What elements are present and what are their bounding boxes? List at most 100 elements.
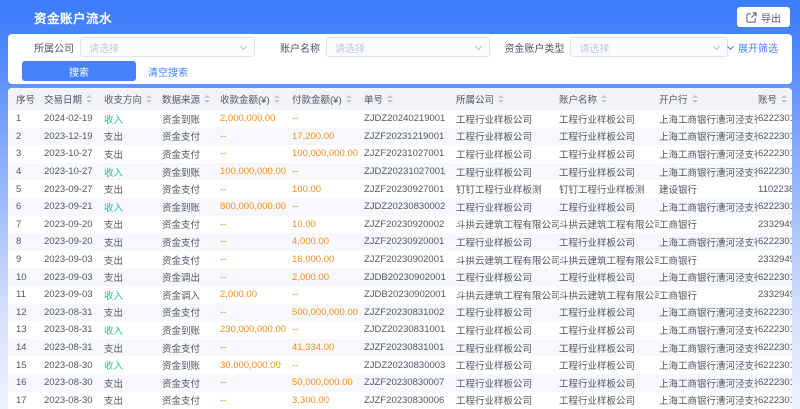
column-header-label: 收款金额(¥) [220, 92, 270, 106]
sort-icon[interactable] [692, 95, 698, 103]
column-header-label: 收支方向 [104, 92, 142, 106]
column-header[interactable]: 收支方向 [104, 88, 162, 110]
cell-order_no: ZJDZ20230831001 [364, 321, 456, 339]
cell-order_no: ZJZF20230920002 [364, 216, 456, 234]
export-button[interactable]: 导出 [737, 7, 790, 27]
column-header[interactable]: 账户名称 [559, 88, 659, 110]
cell-payment: 100.00 [292, 180, 364, 198]
cell-income: 2,000,000.00 [220, 110, 292, 128]
cell-payment: -- [292, 110, 364, 128]
sort-icon[interactable] [274, 95, 280, 103]
cell-date: 2023-10-27 [44, 163, 104, 181]
cell-order_no: ZJDZ20240219001 [364, 110, 456, 128]
cell-account_name: 工程行业样板公司 [559, 392, 659, 409]
cell-direction: 支出 [104, 233, 162, 251]
cell-source: 资金到账 [162, 163, 220, 181]
cell-account_name: 工程行业样板公司 [559, 356, 659, 374]
expand-filter-link[interactable]: 展开筛选 [728, 40, 778, 55]
column-header-label: 序号 [16, 92, 35, 106]
column-header[interactable]: 所属公司 [456, 88, 559, 110]
table-row: 172023-08-30支出资金支付--3,300.00ZJZF20230830… [8, 392, 792, 409]
cell-company: 斗拱云建筑工程有限公司 [456, 251, 559, 269]
cell-date: 2023-10-27 [44, 145, 104, 163]
clear-search-button[interactable]: 清空搜索 [148, 64, 188, 79]
cell-company: 钉钉工程行业样板测 [456, 180, 559, 198]
cell-payment: 41,334.00 [292, 339, 364, 357]
column-header-label: 开户行 [659, 92, 688, 106]
cell-income: 100,000,000.00 [220, 163, 292, 181]
cell-source: 资金支付 [162, 180, 220, 198]
cell-account_no: 622230111 [758, 128, 792, 146]
column-header: 序号 [8, 88, 44, 110]
column-header[interactable]: 付款金额(¥) [292, 88, 364, 110]
cell-direction: 支出 [104, 216, 162, 234]
cell-index: 12 [8, 304, 44, 322]
cell-company: 工程行业样板公司 [456, 163, 559, 181]
cell-income: -- [220, 251, 292, 269]
cell-index: 6 [8, 198, 44, 216]
filter-panel: 所属公司 请选择 账户名称 请选择 资金账户类型 请选择 展开筛选 搜索 清空搜… [8, 34, 792, 84]
sort-icon[interactable] [498, 95, 504, 103]
cell-source: 资金支付 [162, 233, 220, 251]
export-label: 导出 [761, 10, 781, 25]
cell-company: 工程行业样板公司 [456, 145, 559, 163]
cell-date: 2023-08-30 [44, 374, 104, 392]
cell-source: 资金支付 [162, 304, 220, 322]
account-select-placeholder: 请选择 [335, 40, 365, 55]
cell-company: 斗拱云建筑工程有限公司 [456, 216, 559, 234]
cell-income: -- [220, 374, 292, 392]
cell-account_no: 622230111 [758, 110, 792, 128]
sort-icon[interactable] [86, 95, 92, 103]
cell-direction: 支出 [104, 145, 162, 163]
cell-bank: 上海工商银行漕河泾支行 [659, 110, 758, 128]
column-header[interactable]: 数据来源 [162, 88, 220, 110]
column-header[interactable]: 开户行 [659, 88, 758, 110]
cell-account_no: 233294991 [758, 251, 792, 269]
cell-direction: 收入 [104, 321, 162, 339]
column-header-label: 数据来源 [162, 92, 200, 106]
column-header[interactable]: 交易日期 [44, 88, 104, 110]
cell-bank: 上海工商银行漕河泾支行 [659, 128, 758, 146]
cell-source: 资金调出 [162, 268, 220, 286]
cell-account_no: 622230111 [758, 145, 792, 163]
cell-bank: 上海工商银行漕河泾支行 [659, 339, 758, 357]
filter-row: 所属公司 请选择 账户名称 请选择 资金账户类型 请选择 展开筛选 [22, 37, 778, 57]
sort-icon[interactable] [146, 95, 152, 103]
cell-date: 2023-09-03 [44, 251, 104, 269]
account-type-select[interactable]: 请选择 [570, 37, 728, 57]
cell-date: 2023-08-30 [44, 356, 104, 374]
search-button[interactable]: 搜索 [22, 61, 136, 81]
cell-account_no: 622230111 [758, 268, 792, 286]
cell-payment: -- [292, 286, 364, 304]
cell-order_no: ZJZF20230831002 [364, 304, 456, 322]
cell-bank: 上海工商银行漕河泾支行 [659, 145, 758, 163]
cell-account_name: 斗拱云建筑工程有限公司 [559, 216, 659, 234]
cell-account_no: 622230111 [758, 356, 792, 374]
cell-index: 11 [8, 286, 44, 304]
cell-source: 资金支付 [162, 145, 220, 163]
sort-icon[interactable] [346, 95, 352, 103]
cell-income: -- [220, 145, 292, 163]
account-select[interactable]: 请选择 [326, 37, 490, 57]
cell-account_no: 622230111 [758, 163, 792, 181]
sort-icon[interactable] [387, 95, 393, 103]
expand-filter-label: 展开筛选 [738, 40, 778, 55]
cell-order_no: ZJZF20231027001 [364, 145, 456, 163]
cell-index: 4 [8, 163, 44, 181]
sort-icon[interactable] [601, 95, 607, 103]
cell-account_name: 斗拱云建筑工程有限公司 [559, 251, 659, 269]
table-row: 82023-09-20支出资金支付--4,000.00ZJZF202309200… [8, 233, 792, 251]
cell-payment: -- [292, 163, 364, 181]
cell-bank: 工商银行 [659, 216, 758, 234]
column-header[interactable]: 账号 [758, 88, 792, 110]
column-header[interactable]: 收款金额(¥) [220, 88, 292, 110]
sort-icon[interactable] [204, 95, 210, 103]
sort-icon[interactable] [781, 95, 787, 103]
company-select[interactable]: 请选择 [80, 37, 255, 57]
cell-account_name: 钉钉工程行业样板测 [559, 180, 659, 198]
cell-order_no: ZJZF20231219001 [364, 128, 456, 146]
table-row: 132023-08-31收入资金到账230,000,000.00--ZJDZ20… [8, 321, 792, 339]
table-row: 62023-09-21收入资金到账800,000,000.00--ZJDZ202… [8, 198, 792, 216]
column-header[interactable]: 单号 [364, 88, 456, 110]
table-row: 112023-09-03收入资金调入2,000.00--ZJDB20230902… [8, 286, 792, 304]
